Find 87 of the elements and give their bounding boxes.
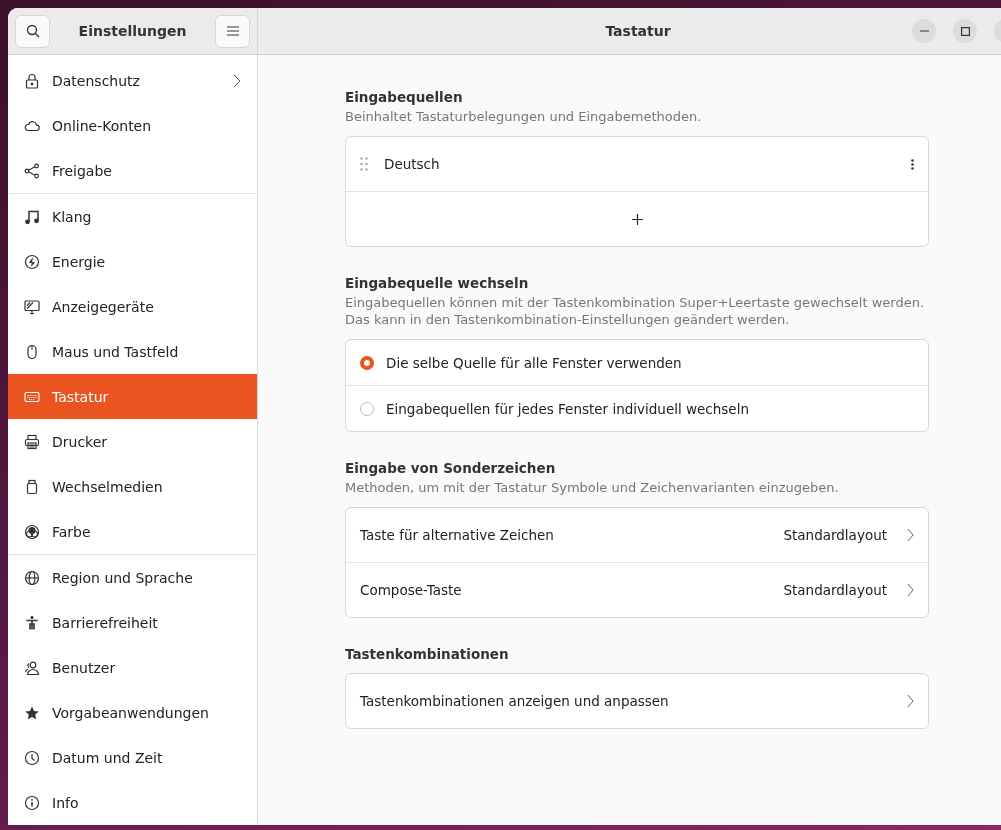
sidebar-label: Farbe: [52, 523, 92, 540]
input-source-label: Deutsch: [384, 156, 441, 172]
sidebar-item[interactable]: Region und Sprache: [8, 555, 257, 600]
minimize-button[interactable]: [912, 19, 936, 43]
input-source-row[interactable]: Deutsch: [346, 137, 928, 191]
drag-handle-icon: [360, 157, 368, 171]
sidebar-label: Datenschutz: [52, 72, 141, 89]
globe-icon: [24, 569, 40, 586]
display-icon: [24, 298, 40, 315]
color-icon: [24, 523, 40, 540]
section-description: Eingabequellen können mit der Tastenkombination Super+Leertaste gewechselt werden.: [345, 294, 925, 311]
sidebar-label: Drucker: [52, 433, 109, 450]
search-button[interactable]: [15, 14, 50, 48]
row-label: Tastenkombinationen anzeigen und anpassen: [360, 693, 670, 709]
sidebar-item[interactable]: Tastatur: [8, 374, 257, 419]
power-icon: [24, 253, 40, 270]
maximize-icon: [960, 26, 970, 36]
sidebar-item[interactable]: Benutzer: [8, 645, 257, 690]
sidebar-item[interactable]: Online-Konten: [8, 103, 257, 148]
person-icon: [24, 614, 40, 631]
mouse-icon: [24, 343, 40, 360]
sidebar-label: Energie: [52, 253, 107, 270]
section-title: Eingabequellen: [345, 89, 464, 105]
section-description: Methoden, um mit der Tastatur Symbole und Zeichenvarianten einzugeben.: [345, 479, 840, 496]
row-value: Standardlayout: [783, 582, 887, 598]
sidebar-item[interactable]: Info: [8, 780, 257, 825]
sidebar-label: Vorgabeanwendungen: [52, 704, 210, 721]
sidebar-item[interactable]: Freigabe: [8, 148, 257, 193]
sidebar-item[interactable]: Datum und Zeit: [8, 735, 257, 780]
sidebar-label: Online-Konten: [52, 117, 153, 134]
radio-option[interactable]: Eingabequellen für jedes Fenster individuell wechseln: [346, 385, 928, 431]
settings-row[interactable]: Tastenkombinationen anzeigen und anpassen: [346, 674, 928, 728]
section-description: Das kann in den Tastenkombination-Einstellungen geändert werden.: [345, 311, 791, 328]
menu-button[interactable]: [215, 14, 250, 48]
sidebar-item[interactable]: Energie: [8, 239, 257, 284]
radio-label: Die selbe Quelle für alle Fenster verwenden: [386, 354, 682, 371]
sidebar-label: Benutzer: [52, 659, 117, 676]
menu-icon: [226, 26, 239, 36]
lock-icon: [24, 72, 40, 89]
sidebar-item[interactable]: Klang: [8, 194, 257, 239]
music-icon: [24, 208, 40, 225]
chevron-right-icon: [907, 694, 914, 708]
chevron-right-icon: [907, 528, 914, 542]
sidebar-label: Barrierefreiheit: [52, 614, 159, 631]
sidebar-item[interactable]: Barrierefreiheit: [8, 600, 257, 645]
section-title: Tastenkombinationen: [345, 646, 510, 662]
sidebar-item[interactable]: Farbe: [8, 509, 257, 554]
sidebar-item[interactable]: Datenschutz: [8, 58, 257, 103]
section-title: Eingabequelle wechseln: [345, 275, 530, 291]
chevron-right-icon: [907, 583, 914, 597]
users-icon: [24, 659, 40, 676]
plus-icon: [631, 213, 643, 225]
usb-icon: [24, 478, 40, 495]
radio-button[interactable]: [360, 355, 374, 370]
minimize-icon: [919, 30, 929, 32]
row-value: Standardlayout: [783, 527, 887, 543]
window-title: Tastatur: [605, 23, 671, 39]
radio-option[interactable]: Die selbe Quelle für alle Fenster verwenden: [346, 340, 928, 385]
row-label: Compose-Taste: [360, 582, 463, 598]
sidebar-label: Klang: [52, 208, 93, 225]
settings-row[interactable]: Compose-Taste Standardlayout: [346, 562, 928, 617]
sidebar-title: Einstellungen: [78, 23, 187, 39]
section-description: Beinhaltet Tastaturbelegungen und Eingabemethoden.: [345, 108, 703, 125]
sidebar-label: Info: [52, 794, 80, 811]
sidebar-item[interactable]: Drucker: [8, 419, 257, 464]
sidebar-label: Anzeigegeräte: [52, 298, 155, 315]
printer-icon: [24, 433, 40, 450]
radio-label: Eingabequellen für jedes Fenster individuell wechseln: [386, 400, 749, 417]
sidebar-label: Maus und Tastfeld: [52, 343, 180, 360]
sidebar-label: Wechselmedien: [52, 478, 164, 495]
sidebar-label: Datum und Zeit: [52, 749, 164, 766]
share-icon: [24, 162, 40, 179]
clock-icon: [24, 749, 40, 766]
info-icon: [24, 794, 40, 811]
row-label: Taste für alternative Zeichen: [360, 527, 555, 543]
sidebar-item[interactable]: Anzeigegeräte: [8, 284, 257, 329]
settings-row[interactable]: Taste für alternative Zeichen Standardlayout: [346, 508, 928, 562]
sidebar-label: Tastatur: [52, 388, 110, 405]
more-options-icon: [911, 158, 914, 170]
search-icon: [25, 24, 40, 38]
sidebar-item[interactable]: Maus und Tastfeld: [8, 329, 257, 374]
sidebar-item[interactable]: Vorgabeanwendungen: [8, 690, 257, 735]
sidebar-label: Region und Sprache: [52, 569, 194, 586]
maximize-button[interactable]: [953, 19, 977, 43]
section-title: Eingabe von Sonderzeichen: [345, 460, 557, 476]
sidebar-label: Freigabe: [52, 162, 113, 179]
sidebar-item[interactable]: Wechselmedien: [8, 464, 257, 509]
